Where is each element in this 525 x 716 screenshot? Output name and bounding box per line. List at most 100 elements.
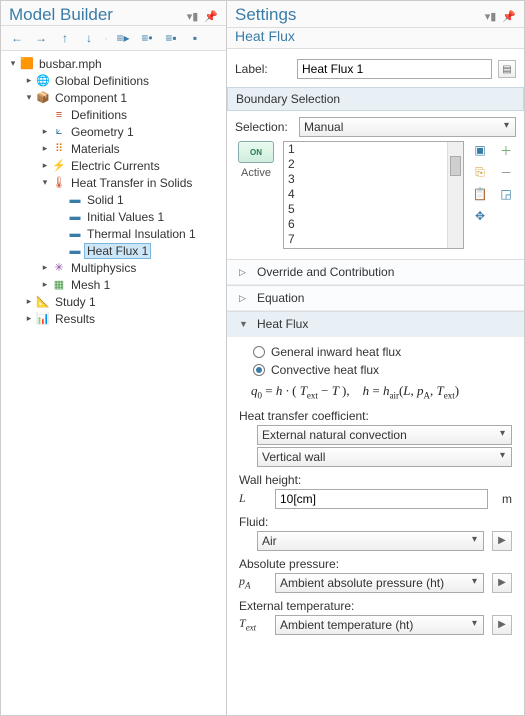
listbox-scrollbar[interactable] bbox=[447, 142, 463, 248]
expand-closed-icon[interactable]: ▸ bbox=[39, 143, 51, 154]
tree-node[interactable]: ▸📐Study 1 bbox=[3, 293, 224, 310]
node-label: Initial Values 1 bbox=[85, 210, 166, 224]
nav-up-button[interactable]: ↑ bbox=[55, 29, 75, 47]
fluid-dropdown[interactable]: Air bbox=[257, 531, 484, 551]
view-button[interactable]: ▪ bbox=[185, 29, 205, 47]
expand-closed-icon[interactable]: ▸ bbox=[23, 296, 35, 307]
select-box-button[interactable]: ✥ bbox=[470, 207, 490, 225]
tree-node[interactable]: ▬Thermal Insulation 1 bbox=[3, 225, 224, 242]
equation-section-header[interactable]: ▷ Equation bbox=[227, 286, 524, 311]
override-section-header[interactable]: ▷ Override and Contribution bbox=[227, 260, 524, 285]
tree-node[interactable]: ▸▦Mesh 1 bbox=[3, 276, 224, 293]
wall-height-input[interactable] bbox=[275, 489, 488, 509]
boundary-list-item[interactable]: 5 bbox=[284, 202, 463, 217]
wall-height-symbol: L bbox=[239, 491, 267, 506]
selection-dropdown[interactable]: Manual bbox=[299, 117, 516, 137]
expand-closed-icon[interactable]: ▸ bbox=[39, 262, 51, 273]
boundary-list-item[interactable]: 3 bbox=[284, 172, 463, 187]
boundary-list-item[interactable]: 2 bbox=[284, 157, 463, 172]
panel-header-controls: ▾▮ 📌 bbox=[187, 10, 218, 23]
expand-open-icon[interactable]: ▾ bbox=[23, 92, 35, 103]
expand-open-icon[interactable]: ▾ bbox=[39, 177, 51, 188]
nav-back-button[interactable]: ← bbox=[7, 29, 27, 47]
abs-pressure-goto-button[interactable]: ▶ bbox=[492, 573, 512, 593]
boundary-selection-area: ON Active 12345678 (not applicable) ▣ ⎘ … bbox=[235, 141, 516, 249]
collapse-button[interactable]: ≡• bbox=[137, 29, 157, 47]
panel-pin-icon[interactable]: 📌 bbox=[204, 10, 218, 23]
equation-section-title: Equation bbox=[257, 291, 304, 305]
scrollbar-thumb[interactable] bbox=[450, 156, 461, 176]
tree-node[interactable]: ▸⠿Materials bbox=[3, 140, 224, 157]
remove-button[interactable]: － bbox=[496, 163, 516, 181]
tree-node[interactable]: ▾🟧busbar.mph bbox=[3, 55, 224, 72]
show-button[interactable]: ≡▪ bbox=[161, 29, 181, 47]
model-tree[interactable]: ▾🟧busbar.mph▸🌐Global Definitions▾📦Compon… bbox=[1, 51, 226, 715]
abs-pressure-dropdown[interactable]: Ambient absolute pressure (ht) bbox=[275, 573, 484, 593]
paste-button[interactable]: 📋 bbox=[470, 185, 490, 203]
htc-type-dropdown[interactable]: External natural convection bbox=[257, 425, 512, 445]
tree-node[interactable]: ▾📦Component 1 bbox=[3, 89, 224, 106]
boundary-selection-header: Boundary Selection bbox=[227, 87, 524, 111]
boundary-list-item[interactable]: 7 bbox=[284, 232, 463, 247]
expand-button[interactable]: ≡▸ bbox=[113, 29, 133, 47]
chevron-down-icon: ▼ bbox=[239, 319, 249, 329]
tree-node[interactable]: ▾🌡Heat Transfer in Solids bbox=[3, 174, 224, 191]
convective-flux-option[interactable]: Convective heat flux bbox=[253, 363, 512, 377]
label-input[interactable] bbox=[297, 59, 492, 79]
radio-icon bbox=[253, 346, 265, 358]
tree-node[interactable]: ▸🌐Global Definitions bbox=[3, 72, 224, 89]
tree-node[interactable]: ▬Initial Values 1 bbox=[3, 208, 224, 225]
toggle-button[interactable]: ◲ bbox=[496, 185, 516, 203]
boundary-list-item[interactable]: 1 bbox=[284, 142, 463, 157]
panel-pin-icon[interactable]: 📌 bbox=[502, 10, 516, 23]
node-icon: 🟧 bbox=[19, 57, 35, 71]
node-icon: ▬ bbox=[67, 244, 83, 258]
convective-flux-label: Convective heat flux bbox=[271, 363, 379, 377]
expand-closed-icon[interactable]: ▸ bbox=[23, 313, 35, 324]
chevron-right-icon: ▷ bbox=[239, 267, 249, 278]
heatflux-section-title: Heat Flux bbox=[257, 317, 308, 331]
fluid-label: Fluid: bbox=[239, 515, 512, 529]
active-toggle[interactable]: ON bbox=[238, 141, 274, 163]
label-field-label: Label: bbox=[235, 62, 291, 76]
node-icon: ▬ bbox=[67, 227, 83, 241]
htc-geom-dropdown[interactable]: Vertical wall bbox=[257, 447, 512, 467]
boundary-list-item[interactable]: 6 bbox=[284, 217, 463, 232]
ext-temp-goto-button[interactable]: ▶ bbox=[492, 615, 512, 635]
tree-node[interactable]: ▬Heat Flux 1 bbox=[3, 242, 224, 259]
ext-temp-symbol: Text bbox=[239, 616, 267, 632]
label-goto-button[interactable]: ▤ bbox=[498, 60, 516, 78]
expand-closed-icon[interactable]: ▸ bbox=[23, 75, 35, 86]
tree-node[interactable]: ▬Solid 1 bbox=[3, 191, 224, 208]
fluid-goto-button[interactable]: ▶ bbox=[492, 531, 512, 551]
copy-button[interactable]: ⎘ bbox=[470, 163, 490, 181]
general-flux-option[interactable]: General inward heat flux bbox=[253, 345, 512, 359]
node-label: Multiphysics bbox=[69, 261, 138, 275]
panel-menu-icon[interactable]: ▾▮ bbox=[485, 10, 497, 23]
boundary-list-item[interactable]: 8 (not applicable) bbox=[284, 247, 463, 249]
boundary-selection-title: Boundary Selection bbox=[236, 92, 340, 106]
boundary-list-item[interactable]: 4 bbox=[284, 187, 463, 202]
tree-node[interactable]: ▸⟀Geometry 1 bbox=[3, 123, 224, 140]
heatflux-section-header[interactable]: ▼ Heat Flux bbox=[227, 312, 524, 337]
zoom-selection-button[interactable]: ▣ bbox=[470, 141, 490, 159]
tree-node[interactable]: ▸✳Multiphysics bbox=[3, 259, 224, 276]
boundary-listbox[interactable]: 12345678 (not applicable) bbox=[283, 141, 464, 249]
nav-down-button[interactable]: ↓ bbox=[79, 29, 99, 47]
panel-menu-icon[interactable]: ▾▮ bbox=[187, 10, 199, 23]
settings-panel: Settings ▾▮ 📌 Heat Flux Label: ▤ Boundar… bbox=[227, 1, 524, 715]
toolbar-separator: · bbox=[103, 29, 109, 47]
tree-node[interactable]: ▸⚡Electric Currents bbox=[3, 157, 224, 174]
tree-node[interactable]: ▸📊Results bbox=[3, 310, 224, 327]
expand-closed-icon[interactable]: ▸ bbox=[39, 160, 51, 171]
ext-temp-dropdown[interactable]: Ambient temperature (ht) bbox=[275, 615, 484, 635]
node-icon: ▬ bbox=[67, 210, 83, 224]
tree-node[interactable]: ≡Definitions bbox=[3, 106, 224, 123]
nav-fwd-button[interactable]: → bbox=[31, 29, 51, 47]
expand-closed-icon[interactable]: ▸ bbox=[39, 279, 51, 290]
expand-open-icon[interactable]: ▾ bbox=[7, 58, 19, 69]
radio-checked-icon bbox=[253, 364, 265, 376]
add-button[interactable]: ＋ bbox=[496, 141, 516, 159]
settings-body: Label: ▤ Boundary Selection Selection: M… bbox=[227, 49, 524, 715]
expand-closed-icon[interactable]: ▸ bbox=[39, 126, 51, 137]
